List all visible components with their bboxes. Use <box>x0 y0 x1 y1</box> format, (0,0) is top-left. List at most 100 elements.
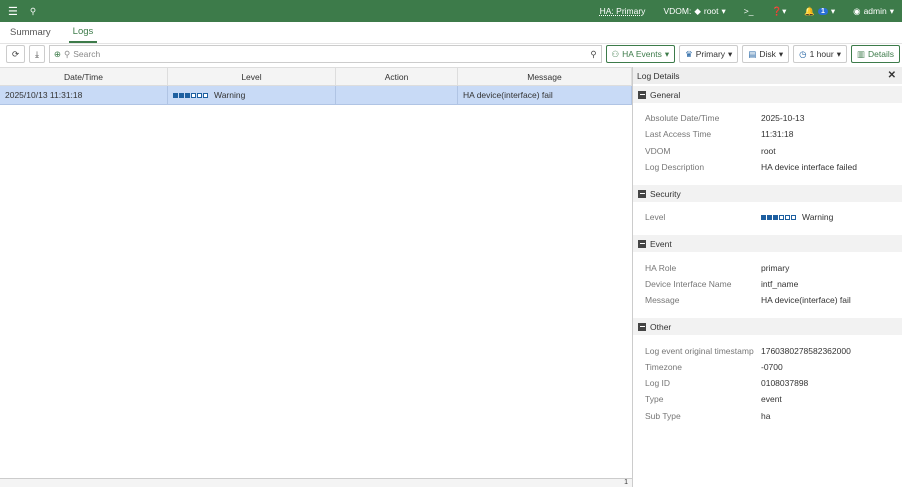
section-security[interactable]: Security <box>633 185 902 203</box>
collapse-icon <box>638 322 646 331</box>
sitemap-icon: ⚇ <box>611 48 620 59</box>
detail-row: Log event original timestamp 176038027858… <box>645 342 902 358</box>
detail-key: Log ID <box>645 378 671 389</box>
primary-dropdown[interactable]: ♛ Primary ▾ <box>679 45 739 63</box>
download-button[interactable]: ⤓ <box>29 45 45 63</box>
search-icon[interactable]: ⚲ <box>30 6 36 17</box>
help-icon[interactable]: ❓▾ <box>772 6 787 17</box>
collapse-icon <box>638 189 646 198</box>
log-details-title: Log Details <box>637 70 680 81</box>
detail-key: VDOM <box>645 145 671 156</box>
detail-value: primary <box>761 262 790 273</box>
detail-key: Type <box>645 394 664 405</box>
detail-key: HA Role <box>645 262 677 273</box>
search-icon: ⚲ <box>64 48 71 59</box>
detail-key: Absolute Date/Time <box>645 113 720 124</box>
cli-console-icon[interactable]: >_ <box>744 6 754 16</box>
crown-icon: ♛ <box>685 48 693 59</box>
log-details-header: Log Details ✕ <box>633 67 902 84</box>
disk-label: Disk <box>759 49 776 59</box>
section-event[interactable]: Event <box>633 235 902 253</box>
collapse-icon <box>638 90 646 99</box>
detail-key: Last Access Time <box>645 129 712 140</box>
add-filter-icon[interactable]: ⊕ <box>54 49 61 60</box>
column-header-level[interactable]: Level <box>168 68 336 85</box>
detail-value: 2025-10-13 <box>761 113 805 124</box>
section-title: General <box>650 89 681 100</box>
detail-key: Level <box>645 212 666 223</box>
tab-summary[interactable]: Summary <box>10 27 51 43</box>
event-rows: HA Role primary Device Interface Name intf… <box>633 252 902 316</box>
table-footer: 1 <box>0 478 632 487</box>
section-general[interactable]: General <box>633 86 902 103</box>
search-box[interactable]: ⊕ ⚲ Search ⚲ <box>48 45 602 63</box>
refresh-icon: ⟳ <box>12 48 20 59</box>
detail-row: Log ID 0108037898 <box>645 375 902 391</box>
other-rows: Log event original timestamp 176038027858… <box>633 335 902 431</box>
detail-value: root <box>761 145 776 156</box>
detail-key: Timezone <box>645 361 683 372</box>
detail-key: Log event original timestamp <box>645 345 754 356</box>
notifications-button[interactable]: 🔔 1 ▾ <box>804 6 835 17</box>
ha-events-dropdown[interactable]: ⚇ HA Events ▾ <box>605 45 676 63</box>
log-table: Date/Time Level Action Message 2025/10/1… <box>0 67 633 487</box>
cell-action <box>336 86 458 104</box>
detail-row: Timezone -0700 <box>645 359 902 375</box>
detail-row: VDOM root <box>645 143 902 159</box>
detail-row: Log Description HA device interface faile… <box>645 159 902 175</box>
detail-row: Last Access Time 11:31:18 <box>645 126 902 142</box>
column-header-message[interactable]: Message <box>458 68 632 85</box>
tab-logs[interactable]: Logs <box>68 26 98 43</box>
table-row[interactable]: 2025/10/13 11:31:18 Warning HA device(in… <box>0 86 632 105</box>
cell-message: HA device(interface) fail <box>458 86 632 104</box>
refresh-button[interactable]: ⟳ <box>6 45 26 63</box>
search-submit-icon[interactable]: ⚲ <box>590 49 596 60</box>
page-indicator: 1 <box>624 479 628 486</box>
clock-icon: ◷ <box>799 48 807 59</box>
detail-row: Absolute Date/Time 2025-10-13 <box>645 110 902 126</box>
detail-key: Message <box>645 295 680 306</box>
detail-key: Log Description <box>645 162 705 173</box>
details-button[interactable]: ▥ Details <box>850 45 900 63</box>
column-header-action[interactable]: Action <box>336 68 458 85</box>
search-input[interactable]: Search <box>73 49 587 59</box>
level-bars <box>761 214 796 220</box>
ha-events-label: HA Events <box>622 49 662 59</box>
section-title: Security <box>650 188 681 199</box>
detail-row: Sub Type ha <box>645 408 902 424</box>
detail-value: intf_name <box>761 278 799 289</box>
top-bar: ☰ ⚲ HA: Primary VDOM: ◆ root ▾ >_ ❓▾ 🔔 1 ▾ ◉ a… <box>0 0 902 22</box>
detail-value: HA device(interface) fail <box>761 295 851 306</box>
security-rows: Level Warning <box>633 202 902 233</box>
username: admin <box>863 6 887 16</box>
vdom-label: VDOM: <box>663 6 692 16</box>
section-other[interactable]: Other <box>633 318 902 336</box>
time-range-label: 1 hour <box>809 49 834 59</box>
tab-bar: Summary Logs <box>0 22 902 44</box>
detail-value: 0108037898 <box>761 378 809 389</box>
disk-dropdown[interactable]: ▤ Disk ▾ <box>742 45 790 63</box>
collapse-icon <box>638 239 646 248</box>
section-title: Other <box>650 321 672 332</box>
ha-status[interactable]: HA: Primary <box>600 6 646 16</box>
close-icon[interactable]: ✕ <box>888 70 896 81</box>
detail-value: Warning <box>802 212 834 223</box>
vdom-selector[interactable]: VDOM: ◆ root ▾ <box>663 6 725 17</box>
detail-row: Device Interface Name intf_name <box>645 276 902 292</box>
detail-key: Device Interface Name <box>645 278 732 289</box>
user-menu[interactable]: ◉ admin ▾ <box>853 6 894 17</box>
menu-icon[interactable]: ☰ <box>8 5 18 18</box>
cell-datetime: 2025/10/13 11:31:18 <box>0 86 168 104</box>
details-label: Details <box>868 49 894 59</box>
notification-count: 1 <box>817 7 828 15</box>
column-header-datetime[interactable]: Date/Time <box>0 68 168 85</box>
detail-value: 1760380278582362000 <box>761 345 851 356</box>
detail-key: Sub Type <box>645 410 681 421</box>
detail-value: ha <box>761 410 771 421</box>
detail-value: 11:31:18 <box>761 129 794 140</box>
time-range-dropdown[interactable]: ◷ 1 hour ▾ <box>793 45 847 63</box>
section-title: Event <box>650 238 672 249</box>
detail-value: -0700 <box>761 361 783 372</box>
level-text: Warning <box>214 90 246 100</box>
primary-label: Primary <box>695 49 726 59</box>
